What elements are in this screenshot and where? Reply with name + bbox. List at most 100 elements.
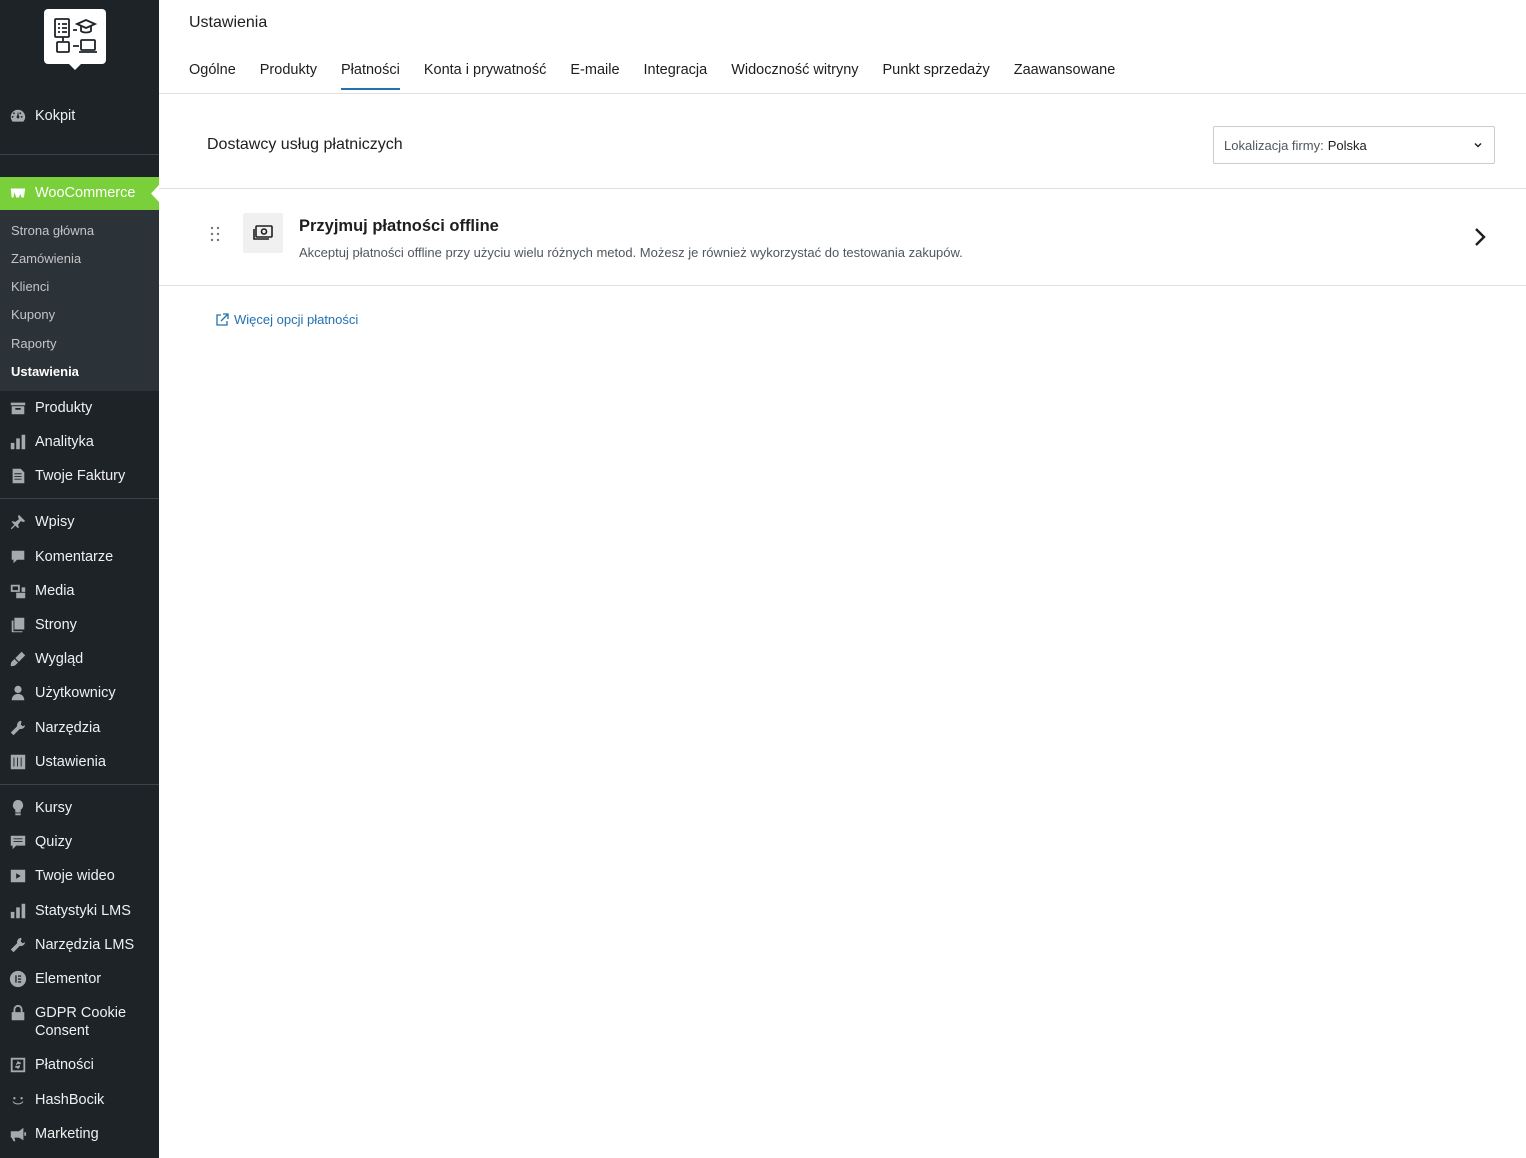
chevron-right-icon[interactable] [1472, 227, 1488, 247]
sidebar-item-label: Media [35, 583, 75, 599]
sidebar-item-label: Twoje Faktury [35, 468, 126, 484]
quiz-icon [0, 833, 35, 851]
sidebar-item-settings[interactable]: Ustawienia [0, 753, 159, 771]
sidebar-item-label: Twoje wideo [35, 868, 115, 884]
sidebar-item-label: GDPR Cookie Consent [35, 1005, 127, 1039]
offline-payments-card[interactable]: Przyjmuj płatności offline Akceptuj płat… [159, 188, 1526, 286]
sidebar-item-label: Użytkownicy [35, 685, 116, 701]
sidebar-item-courses[interactable]: Kursy [0, 799, 159, 817]
tab-advanced[interactable]: Zaawansowane [1014, 62, 1116, 90]
sidebar-item-invoices[interactable]: Twoje Faktury [0, 467, 159, 485]
sidebar-item-label: Narzędzia LMS [35, 937, 135, 953]
sidebar-item-label: WooCommerce [35, 185, 136, 201]
submenu-item-reports[interactable]: Raporty [11, 336, 57, 352]
pin-icon [0, 513, 35, 531]
sidebar-item-woocommerce[interactable]: WooCommerce [0, 184, 159, 202]
sidebar-item-lms-tools[interactable]: Narzędzia LMS [0, 936, 159, 954]
comment-icon [0, 548, 35, 566]
submenu-item-coupons[interactable]: Kupony [11, 307, 55, 323]
sidebar-item-tools[interactable]: Narzędzia [0, 719, 159, 737]
card-title: Przyjmuj płatności offline [299, 217, 499, 235]
tab-products[interactable]: Produkty [260, 62, 317, 90]
page-header: Ustawienia Ogólne Produkty Płatności Kon… [159, 0, 1526, 94]
sidebar-item-videos[interactable]: Twoje wideo [0, 867, 159, 885]
elementor-icon [0, 970, 35, 988]
sidebar-item-label: Analityka [35, 434, 94, 450]
lock-icon [0, 1004, 35, 1022]
logo-area [0, 0, 159, 100]
admin-sidebar: Kokpit WooCommerce Strona główna Zamówie… [0, 0, 159, 1158]
submenu-item-orders[interactable]: Zamówienia [11, 251, 81, 267]
sidebar-item-comments[interactable]: Komentarze [0, 548, 159, 566]
select-value: Polska [1327, 137, 1367, 153]
submenu-item-home[interactable]: Strona główna [11, 223, 94, 239]
sidebar-item-label: Ustawienia [35, 754, 106, 770]
sidebar-item-label: Marketing [35, 1126, 99, 1142]
sidebar-item-quizzes[interactable]: Quizy [0, 833, 159, 851]
sidebar-item-label: Elementor [35, 971, 102, 987]
user-icon [0, 684, 35, 702]
tab-emails[interactable]: E-maile [570, 62, 619, 90]
tab-general[interactable]: Ogólne [189, 62, 236, 90]
sidebar-item-payments[interactable]: Płatności [0, 1056, 159, 1074]
woocommerce-submenu: Strona główna Zamówienia Klienci Kupony … [0, 210, 159, 391]
logo-icon [54, 17, 98, 53]
sidebar-item-pages[interactable]: Strony [0, 616, 159, 634]
more-payment-options-link[interactable]: Więcej opcji płatności [215, 312, 358, 327]
settings-sliders-icon [0, 753, 35, 771]
sidebar-item-kokpit[interactable]: Kokpit [0, 107, 159, 125]
more-link-label: Więcej opcji płatności [234, 312, 359, 327]
chevron-down-icon [1474, 143, 1482, 148]
sidebar-item-elementor[interactable]: Elementor [0, 970, 159, 988]
bar-chart-icon [0, 433, 35, 451]
dashboard-icon [0, 107, 35, 125]
sidebar-item-appearance[interactable]: Wygląd [0, 650, 159, 668]
external-link-icon [216, 312, 229, 326]
tab-payments[interactable]: Płatności [341, 62, 400, 90]
settings-tabs: Ogólne Produkty Płatności Konta i prywat… [189, 62, 1139, 90]
tab-point-of-sale[interactable]: Punkt sprzedaży [883, 62, 990, 90]
page-title: Ustawienia [189, 14, 268, 31]
site-logo[interactable] [44, 9, 106, 70]
tab-integration[interactable]: Integracja [644, 62, 708, 90]
business-location-select[interactable]: Lokalizacja firmy: Polska [1213, 126, 1495, 164]
dollar-icon [0, 1056, 35, 1074]
archive-icon [0, 399, 35, 417]
lightbulb-icon [0, 799, 35, 817]
smile-icon [0, 1091, 35, 1109]
sidebar-item-label: Kokpit [35, 108, 76, 124]
sidebar-item-gdpr[interactable]: GDPR Cookie Consent [0, 1004, 159, 1040]
submenu-item-settings[interactable]: Ustawienia [11, 364, 79, 380]
media-icon [0, 582, 35, 600]
menu-separator [0, 498, 159, 499]
sidebar-item-label: HashBocik [35, 1092, 105, 1108]
wrench-icon [0, 936, 35, 954]
sidebar-item-label: Quizy [35, 834, 73, 850]
sidebar-item-lms-stats[interactable]: Statystyki LMS [0, 902, 159, 920]
sidebar-item-label: Wpisy [35, 514, 75, 530]
select-label: Lokalizacja firmy: [1224, 137, 1324, 153]
drag-handle-icon[interactable] [210, 226, 220, 242]
card-description: Akceptuj płatności offline przy użyciu w… [299, 245, 963, 260]
main-content: Ustawienia Ogólne Produkty Płatności Kon… [159, 0, 1526, 1158]
sidebar-item-posts[interactable]: Wpisy [0, 513, 159, 531]
menu-separator [0, 784, 159, 785]
submenu-item-customers[interactable]: Klienci [11, 279, 49, 295]
sidebar-item-label: Komentarze [35, 549, 114, 565]
sidebar-item-marketing[interactable]: Marketing [0, 1125, 159, 1143]
wrench-icon [0, 719, 35, 737]
tab-accounts-privacy[interactable]: Konta i prywatność [424, 62, 547, 90]
sidebar-item-products[interactable]: Produkty [0, 399, 159, 417]
sidebar-item-media[interactable]: Media [0, 582, 159, 600]
sidebar-item-label: Kursy [35, 800, 73, 816]
pages-icon [0, 616, 35, 634]
sidebar-item-hashbocik[interactable]: HashBocik [0, 1091, 159, 1109]
sidebar-item-users[interactable]: Użytkownicy [0, 684, 159, 702]
sidebar-item-analytics[interactable]: Analityka [0, 433, 159, 451]
section-title: Dostawcy usług płatniczych [207, 136, 403, 153]
current-arrow-icon [151, 185, 159, 202]
bar-chart-icon [0, 902, 35, 920]
woocommerce-icon [0, 184, 35, 202]
tab-site-visibility[interactable]: Widoczność witryny [731, 62, 858, 90]
menu-separator [0, 154, 159, 155]
